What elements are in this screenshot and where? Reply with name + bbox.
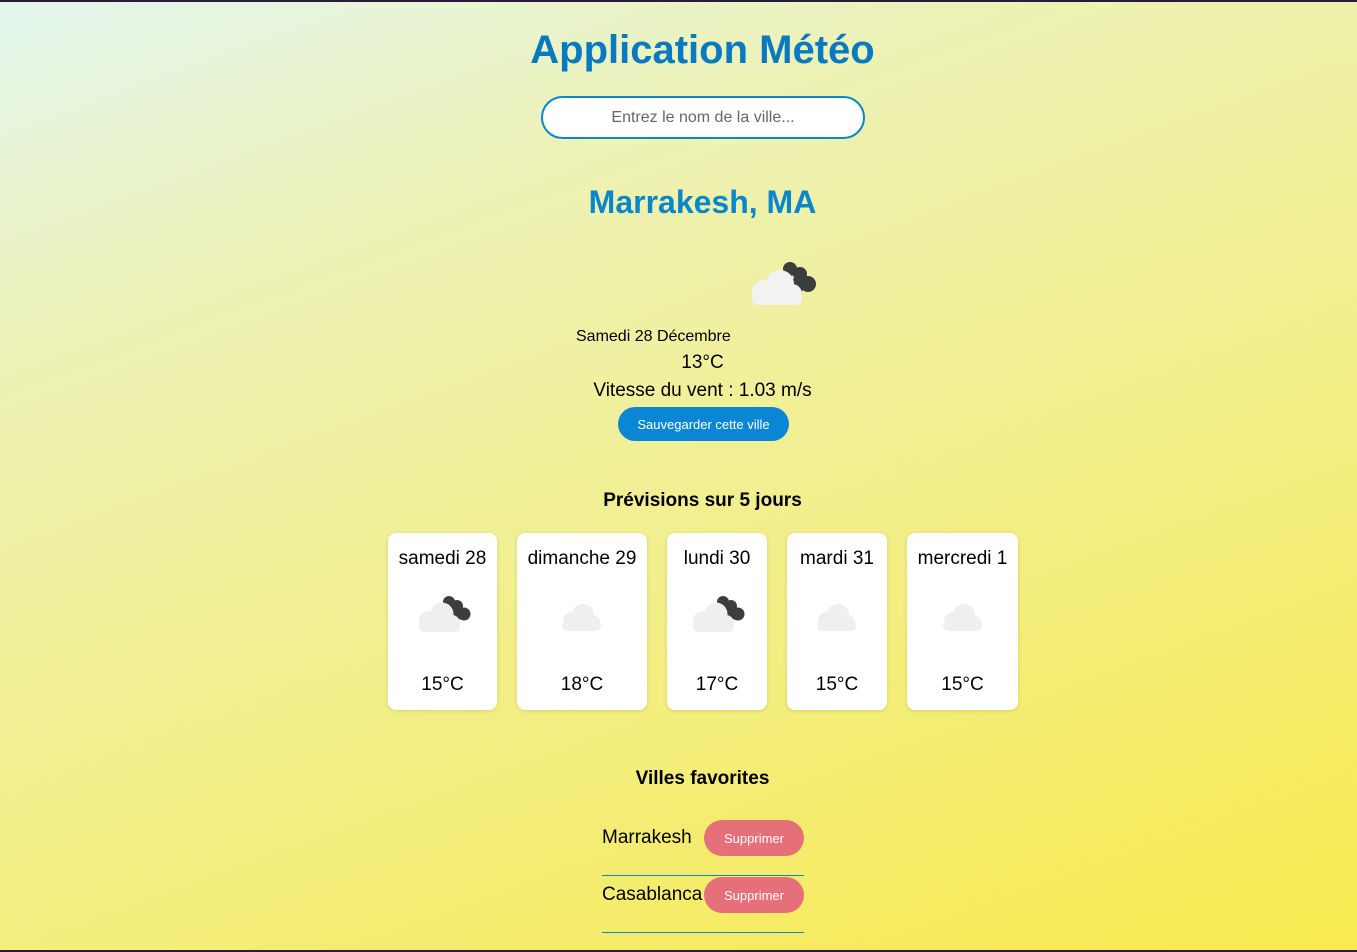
window-top-border	[0, 0, 1357, 2]
forecast-card: mardi 31 15°C	[787, 533, 887, 710]
forecast-temperature: 17°C	[695, 674, 739, 695]
delete-favorite-button[interactable]: Supprimer	[704, 877, 804, 913]
forecast-day: dimanche 29	[527, 548, 637, 569]
forecast-day: mardi 31	[800, 548, 874, 569]
forecast-day: mercredi 1	[917, 548, 1008, 569]
forecast-temperature: 15°C	[815, 674, 859, 695]
favorites-title: Villes favorites	[635, 768, 770, 789]
forecast-day: samedi 28	[398, 548, 487, 569]
favorite-city-name[interactable]: Marrakesh	[602, 827, 692, 849]
current-date: Samedi 28 Décembre	[576, 328, 731, 345]
forecast-title: Prévisions sur 5 jours	[603, 490, 802, 511]
cloud-icon	[552, 593, 612, 637]
forecast-day: lundi 30	[683, 548, 751, 569]
app-title: Application Météo	[530, 28, 875, 72]
forecast-card: mercredi 1 15°C	[907, 533, 1018, 710]
partly-cloudy-night-icon	[687, 593, 747, 637]
forecast-card: lundi 30 17°C	[667, 533, 767, 710]
forecast-temperature: 18°C	[560, 674, 604, 695]
current-city-name: Marrakesh, MA	[588, 184, 817, 220]
delete-favorite-button[interactable]: Supprimer	[704, 820, 804, 856]
favorite-city-item[interactable]: Casablanca Supprimer	[602, 877, 804, 933]
forecast-card: samedi 28 15°C	[388, 533, 497, 710]
forecast-temperature: 15°C	[941, 674, 984, 695]
forecast-card: dimanche 29 18°C	[517, 533, 647, 710]
partly-cloudy-night-icon	[744, 258, 818, 310]
current-temperature: 13°C	[681, 352, 724, 373]
save-city-button[interactable]: Sauvegarder cette ville	[618, 407, 789, 441]
partly-cloudy-night-icon	[413, 593, 473, 637]
favorite-city-item[interactable]: Marrakesh Supprimer	[602, 820, 804, 876]
cloud-icon	[933, 593, 993, 637]
forecast-temperature: 15°C	[421, 674, 464, 695]
favorite-city-name[interactable]: Casablanca	[602, 884, 702, 906]
wind-speed: Vitesse du vent : 1.03 m/s	[593, 380, 812, 401]
cloud-icon	[807, 593, 867, 637]
city-search-input[interactable]	[541, 96, 865, 139]
